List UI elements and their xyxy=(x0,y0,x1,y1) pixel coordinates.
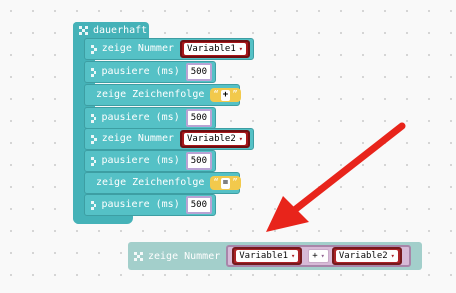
variable-name: Variable1 xyxy=(239,251,289,261)
variable-name: Variable2 xyxy=(338,251,388,261)
operator-symbol: + xyxy=(312,251,318,261)
workspace-canvas[interactable]: dauerhaft zeige Nummer Variable1 ▾ pausie… xyxy=(0,0,456,293)
variable-dropdown[interactable]: Variable1 ▾ xyxy=(232,247,303,265)
show-number-expression-block[interactable]: zeige Nummer Variable1 ▾ + ▾ Variable2 ▾ xyxy=(128,242,422,270)
block-grid-icon xyxy=(134,251,143,261)
chevron-down-icon: ▾ xyxy=(320,252,325,260)
operator-dropdown[interactable]: + ▾ xyxy=(308,249,329,263)
arrow-shaft xyxy=(288,122,406,216)
math-operation-block[interactable]: Variable1 ▾ + ▾ Variable2 ▾ xyxy=(226,245,411,267)
chevron-down-icon: ▾ xyxy=(390,252,395,260)
variable-dropdown[interactable]: Variable2 ▾ xyxy=(331,247,402,265)
show-number-label: zeige Nummer xyxy=(148,250,221,262)
chevron-down-icon: ▾ xyxy=(291,252,296,260)
